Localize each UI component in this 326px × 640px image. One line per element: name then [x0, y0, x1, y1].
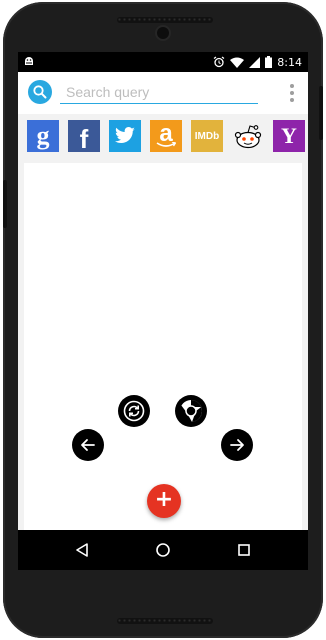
overflow-menu-button[interactable]: [280, 81, 304, 105]
alarm-icon: [213, 56, 225, 68]
volume-button: [3, 180, 7, 228]
arrow-left-icon: [81, 439, 95, 451]
clock: 8:14: [277, 55, 302, 69]
refresh-button[interactable]: [118, 395, 150, 427]
amazon-icon[interactable]: a: [150, 120, 182, 152]
menu-dot: [290, 91, 294, 95]
add-button[interactable]: +: [147, 484, 181, 518]
back-triangle-icon[interactable]: [74, 542, 90, 558]
wifi-icon: [230, 57, 245, 68]
recents-square-icon[interactable]: [236, 542, 252, 558]
search-toolbar: [18, 72, 308, 114]
back-button[interactable]: [72, 429, 104, 461]
refresh-icon: [123, 400, 145, 422]
status-icons: 8:14: [213, 54, 302, 70]
plus-icon: +: [154, 487, 174, 512]
cell-signal-icon: [249, 56, 261, 68]
facebook-icon[interactable]: f: [68, 120, 100, 152]
google-icon[interactable]: g: [27, 120, 59, 152]
search-button[interactable]: [28, 80, 52, 104]
open-in-browser-button[interactable]: [175, 395, 207, 427]
imdb-icon[interactable]: IMDb: [191, 120, 223, 152]
arrow-right-icon: [230, 439, 244, 451]
earpiece-speaker: [117, 17, 213, 23]
menu-dot: [290, 84, 294, 88]
android-debug-icon: [23, 55, 37, 69]
battery-icon: [265, 56, 273, 68]
search-engine-bar: g f a IMDb Y: [18, 114, 308, 158]
chrome-icon: [179, 400, 202, 423]
reddit-alien-icon[interactable]: [232, 120, 264, 152]
forward-button[interactable]: [221, 429, 253, 461]
home-circle-icon[interactable]: [155, 542, 171, 558]
bottom-speaker: [117, 618, 213, 624]
screen: 8:14 g f a: [18, 52, 308, 570]
power-button: [319, 86, 323, 140]
search-input[interactable]: [60, 80, 258, 104]
status-bar: 8:14: [18, 52, 308, 72]
menu-dot: [290, 98, 294, 102]
navigation-bar: [18, 530, 308, 570]
twitter-bird-icon[interactable]: [109, 120, 141, 152]
front-camera: [157, 27, 169, 39]
search-icon: [33, 85, 47, 99]
yahoo-icon[interactable]: Y: [273, 120, 305, 152]
